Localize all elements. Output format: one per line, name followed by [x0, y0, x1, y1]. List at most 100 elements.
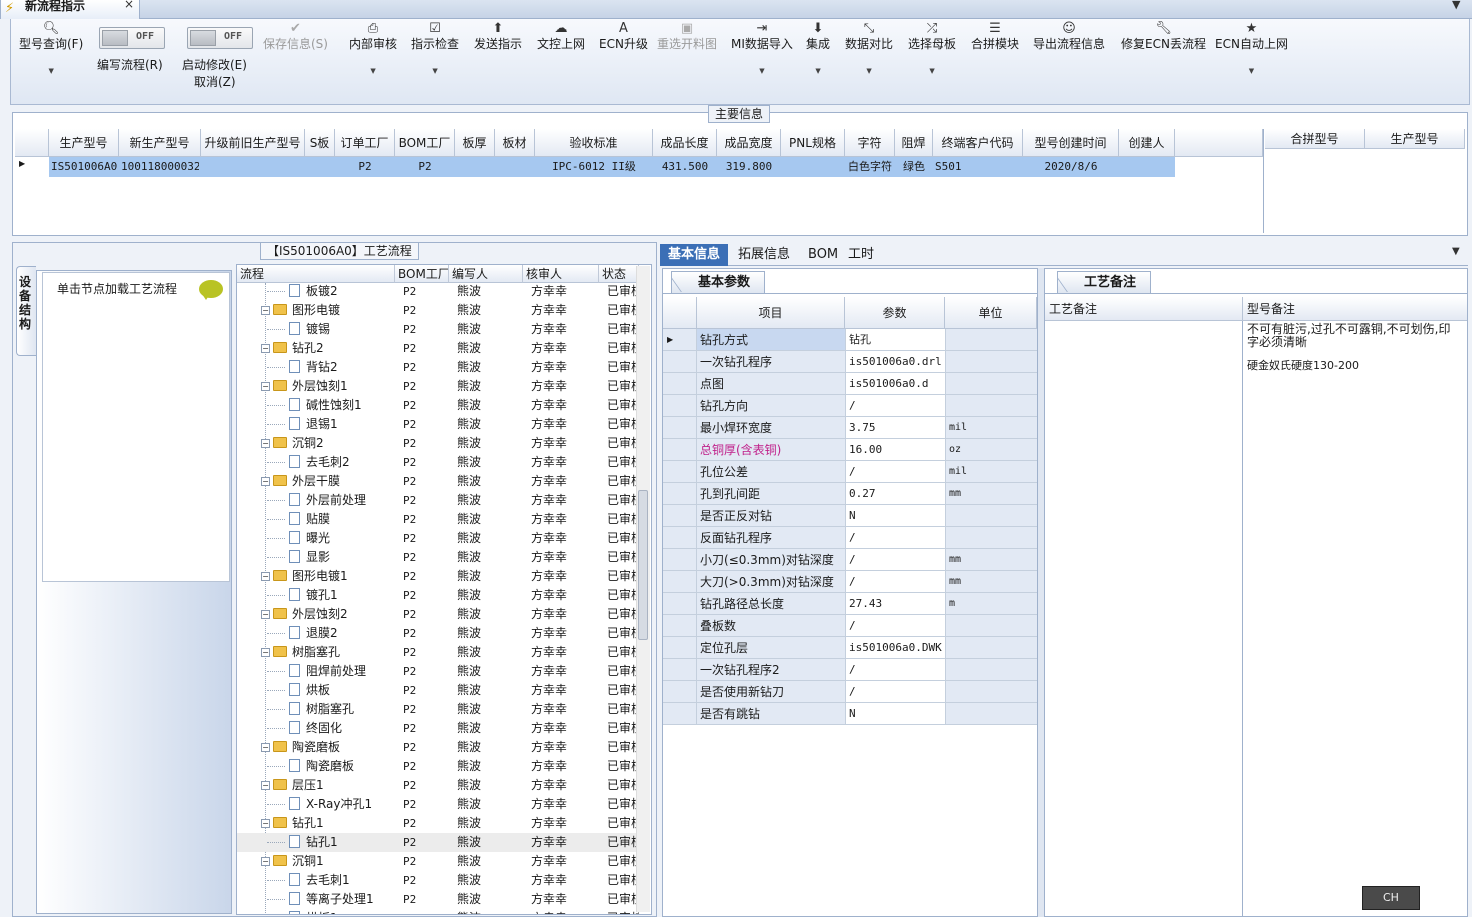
column-header[interactable]: S板 — [305, 129, 335, 157]
cancel-button[interactable]: 取消(Z) — [194, 73, 236, 90]
tree-row[interactable]: 显影 P2 熊波 方幸幸 已审核 — [237, 548, 639, 567]
close-icon[interactable]: × — [124, 0, 134, 11]
tree-row[interactable]: 陶瓷磨板 P2 熊波 方幸幸 已审核 — [237, 757, 639, 776]
select-mother-button[interactable]: ⤮ 选择母板 ▼ — [908, 21, 956, 77]
language-indicator[interactable]: CH — [1362, 886, 1420, 910]
process-note-text[interactable] — [1045, 321, 1243, 916]
combine-column-header[interactable]: 生产型号 — [1365, 129, 1465, 149]
column-header[interactable]: 成品长度 — [653, 129, 717, 157]
param-value[interactable]: is501006a0.DWK — [845, 637, 945, 659]
save-info-button[interactable]: ✔ 保存信息(S) — [263, 21, 328, 51]
param-value[interactable]: / — [845, 681, 945, 703]
param-row[interactable]: 孔位公差 / mil — [663, 461, 1037, 483]
tree-row[interactable]: 退锡1 P2 熊波 方幸幸 已审核 — [237, 415, 639, 434]
param-value[interactable]: / — [845, 571, 945, 593]
tree-row[interactable]: − 树脂塞孔 P2 熊波 方幸幸 已审核 — [237, 643, 639, 662]
tree-row[interactable]: 终固化 P2 熊波 方幸幸 已审核 — [237, 719, 639, 738]
column-header[interactable]: 板材 — [495, 129, 535, 157]
mi-import-button[interactable]: ⇥ MI数据导入 ▼ — [731, 21, 793, 77]
collapse-icon[interactable]: − — [261, 477, 270, 486]
column-header[interactable]: 订单工厂 — [335, 129, 395, 157]
tree-column-header[interactable]: 编写人 — [449, 265, 523, 283]
tree-row[interactable]: − 陶瓷磨板 P2 熊波 方幸幸 已审核 — [237, 738, 639, 757]
param-row[interactable]: 叠板数 / — [663, 615, 1037, 637]
param-row[interactable]: ▶ 钻孔方式 钻孔 — [663, 329, 1037, 351]
model-query-button[interactable]: 🔍︎ 型号查询(F) ▼ — [19, 21, 83, 77]
tree-column-header[interactable]: BOM工厂 — [395, 265, 449, 283]
param-value[interactable]: 0.27 — [845, 483, 945, 505]
param-value[interactable]: is501006a0.drl — [845, 351, 945, 373]
column-header[interactable]: 创建人 — [1119, 129, 1175, 157]
combine-module-button[interactable]: ☰ 合拼模块 — [971, 21, 1019, 51]
param-row[interactable]: 总铜厚(含表铜) 16.00 oz — [663, 439, 1037, 461]
param-row[interactable]: 是否使用新钻刀 / — [663, 681, 1037, 703]
tree-scrollbar-thumb[interactable] — [638, 490, 648, 640]
tree-row[interactable]: − 钻孔2 P2 熊波 方幸幸 已审核 — [237, 339, 639, 358]
tree-row[interactable]: 去毛刺1 P2 熊波 方幸幸 已审核 — [237, 871, 639, 890]
param-value[interactable]: 27.43 — [845, 593, 945, 615]
param-row[interactable]: 钻孔方向 / — [663, 395, 1037, 417]
collapse-icon[interactable]: − — [261, 344, 270, 353]
tree-row[interactable]: 背钻2 P2 熊波 方幸幸 已审核 — [237, 358, 639, 377]
fix-ecn-button[interactable]: 🔧︎ 修复ECN丢流程 — [1121, 21, 1206, 51]
param-value[interactable]: / — [845, 615, 945, 637]
param-value[interactable]: / — [845, 461, 945, 483]
tree-row[interactable]: − 沉铜2 P2 熊波 方幸幸 已审核 — [237, 434, 639, 453]
param-row[interactable]: 孔到孔间距 0.27 mm — [663, 483, 1037, 505]
params-column-header[interactable]: 单位 — [945, 297, 1037, 329]
reselect-material-button[interactable]: ▣ 重选开料图 — [657, 21, 717, 51]
integrate-button[interactable]: ⬇ 集成 ▼ — [806, 21, 830, 77]
tree-row[interactable]: − 外层蚀刻1 P2 熊波 方幸幸 已审核 — [237, 377, 639, 396]
param-row[interactable]: 钻孔路径总长度 27.43 m — [663, 593, 1037, 615]
param-value[interactable]: 钻孔 — [845, 329, 945, 351]
start-modify-toggle[interactable]: OFF — [187, 27, 253, 49]
tree-column-header[interactable]: 核审人 — [523, 265, 599, 283]
tree-row[interactable]: 树脂塞孔 P2 熊波 方幸幸 已审核 — [237, 700, 639, 719]
tree-row[interactable]: 镀孔1 P2 熊波 方幸幸 已审核 — [237, 586, 639, 605]
tree-row[interactable]: 退膜2 P2 熊波 方幸幸 已审核 — [237, 624, 639, 643]
tree-row[interactable]: − 层压1 P2 熊波 方幸幸 已审核 — [237, 776, 639, 795]
tree-column-header[interactable]: 状态 — [599, 265, 639, 283]
combine-column-header[interactable]: 合拼型号 — [1265, 129, 1365, 149]
param-row[interactable]: 反面钻孔程序 / — [663, 527, 1037, 549]
tree-row[interactable]: 曝光 P2 熊波 方幸幸 已审核 — [237, 529, 639, 548]
ecn-auto-online-button[interactable]: ★ ECN自动上网 ▼ — [1215, 21, 1288, 77]
collapse-icon[interactable]: − — [261, 857, 270, 866]
param-row[interactable]: 大刀(>0.3mm)对钻深度 / mm — [663, 571, 1037, 593]
param-value[interactable]: 3.75 — [845, 417, 945, 439]
tree-row[interactable]: 外层前处理 P2 熊波 方幸幸 已审核 — [237, 491, 639, 510]
equipment-structure-tab[interactable]: 设备结构 — [16, 266, 36, 356]
param-value[interactable]: is501006a0.d — [845, 373, 945, 395]
tree-row[interactable]: 去毛刺2 P2 熊波 方幸幸 已审核 — [237, 453, 639, 472]
param-value[interactable]: N — [845, 703, 945, 725]
tree-row[interactable]: − 图形电镀1 P2 熊波 方幸幸 已审核 — [237, 567, 639, 586]
tree-row[interactable]: − 沉铜1 P2 熊波 方幸幸 已审核 — [237, 852, 639, 871]
collapse-icon[interactable]: − — [261, 781, 270, 790]
collapse-icon[interactable]: − — [261, 382, 270, 391]
tree-row[interactable]: 贴膜 P2 熊波 方幸幸 已审核 — [237, 510, 639, 529]
chevron-down-icon[interactable]: ▼ — [1452, 246, 1460, 257]
param-value[interactable]: / — [845, 659, 945, 681]
edit-flow-toggle[interactable]: OFF — [99, 27, 165, 49]
tree-row[interactable]: 等离子处理1 P2 熊波 方幸幸 已审核 — [237, 890, 639, 909]
tree-row[interactable]: X-Ray冲孔1 P2 熊波 方幸幸 已审核 — [237, 795, 639, 814]
tree-column-header[interactable]: 流程 — [237, 265, 395, 283]
tree-row[interactable]: 钻孔1 P2 熊波 方幸幸 已审核 — [237, 833, 639, 852]
chevron-down-icon[interactable]: ▼ — [1452, 0, 1460, 11]
column-header[interactable]: PNL规格 — [781, 129, 845, 157]
param-value[interactable]: / — [845, 549, 945, 571]
tree-row[interactable]: 碱性蚀刻1 P2 熊波 方幸幸 已审核 — [237, 396, 639, 415]
node-load-box[interactable]: 单击节点加载工艺流程 — [42, 272, 230, 582]
param-row[interactable]: 小刀(≤0.3mm)对钻深度 / mm — [663, 549, 1037, 571]
column-header[interactable]: 生产型号 — [49, 129, 119, 157]
collapse-icon[interactable]: − — [261, 819, 270, 828]
instruction-check-button[interactable]: ☑ 指示检查 ▼ — [411, 21, 459, 77]
tree-row[interactable]: 烘板1 P2 熊波 方幸幸 已审核 — [237, 909, 639, 914]
params-column-header[interactable]: 参数 — [845, 297, 945, 329]
collapse-icon[interactable]: − — [261, 572, 270, 581]
collapse-icon[interactable]: − — [261, 610, 270, 619]
param-value[interactable]: N — [845, 505, 945, 527]
export-flow-button[interactable]: ☺ 导出流程信息 — [1033, 21, 1105, 51]
param-row[interactable]: 一次钻孔程序 is501006a0.drl — [663, 351, 1037, 373]
tree-row[interactable]: 镀锡 P2 熊波 方幸幸 已审核 — [237, 320, 639, 339]
